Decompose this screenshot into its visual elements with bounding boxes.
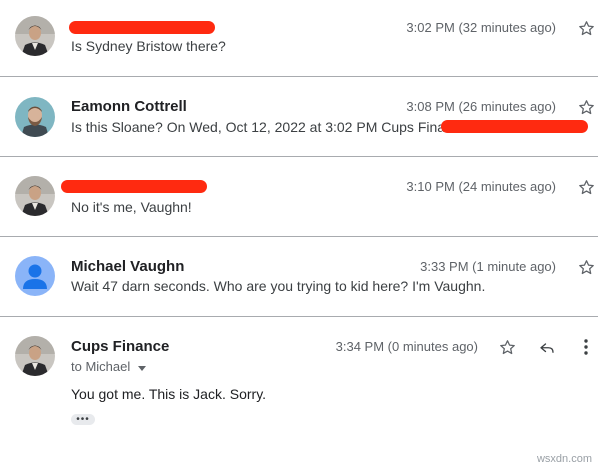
star-icon[interactable] [576, 257, 596, 277]
star-icon[interactable] [576, 97, 596, 117]
star-icon[interactable] [576, 177, 596, 197]
redacted-sender-name [61, 180, 207, 193]
message-snippet: Wait 47 darn seconds. Who are you trying… [71, 278, 486, 294]
email-thread: 3:02 PM (32 minutes ago) Is Sydney Brist… [0, 0, 600, 469]
star-icon[interactable] [576, 18, 596, 38]
watermark: wsxdn.com [536, 453, 592, 465]
message-timestamp: 3:34 PM (0 minutes ago) [335, 339, 478, 354]
sender-name: Eamonn Cottrell [71, 98, 187, 115]
sender-avatar[interactable] [15, 97, 55, 137]
thread-message-collapsed[interactable]: Michael Vaughn 3:33 PM (1 minute ago) Wa… [0, 237, 600, 316]
message-timestamp: 3:33 PM (1 minute ago) [420, 259, 556, 274]
thread-message-collapsed[interactable]: 3:02 PM (32 minutes ago) Is Sydney Brist… [0, 0, 600, 76]
message-timestamp: 3:10 PM (24 minutes ago) [406, 179, 556, 194]
show-trimmed-content-button[interactable]: ••• [71, 414, 95, 425]
caret-down-icon[interactable] [137, 360, 146, 375]
sender-name: Michael Vaughn [71, 258, 185, 275]
sender-avatar[interactable] [15, 176, 55, 216]
message-timestamp: 3:02 PM (32 minutes ago) [406, 20, 556, 35]
redacted-email-address [441, 120, 588, 133]
reply-arrow-icon[interactable] [537, 337, 557, 357]
sender-avatar[interactable] [15, 16, 55, 56]
thread-message-collapsed[interactable]: 3:10 PM (24 minutes ago) No it's me, Vau… [0, 157, 600, 236]
more-vert-icon[interactable] [576, 337, 596, 357]
default-person-avatar[interactable] [15, 256, 55, 296]
message-snippet: No it's me, Vaughn! [71, 199, 192, 215]
star-icon[interactable] [497, 337, 517, 357]
message-snippet: Is this Sloane? On Wed, Oct 12, 2022 at … [71, 119, 480, 135]
message-timestamp: 3:08 PM (26 minutes ago) [406, 99, 556, 114]
thread-message-expanded: Cups Finance 3:34 PM (0 minutes ago) to … [0, 317, 600, 469]
message-body: You got me. This is Jack. Sorry. [71, 386, 267, 402]
thread-message-collapsed[interactable]: Eamonn Cottrell 3:08 PM (26 minutes ago)… [0, 77, 600, 156]
recipients-line[interactable]: to Michael [71, 359, 146, 375]
recipients-text: to Michael [71, 359, 131, 374]
sender-avatar[interactable] [15, 336, 55, 376]
redacted-sender-name [69, 21, 215, 34]
message-snippet: Is Sydney Bristow there? [71, 38, 226, 54]
sender-name: Cups Finance [71, 338, 170, 355]
